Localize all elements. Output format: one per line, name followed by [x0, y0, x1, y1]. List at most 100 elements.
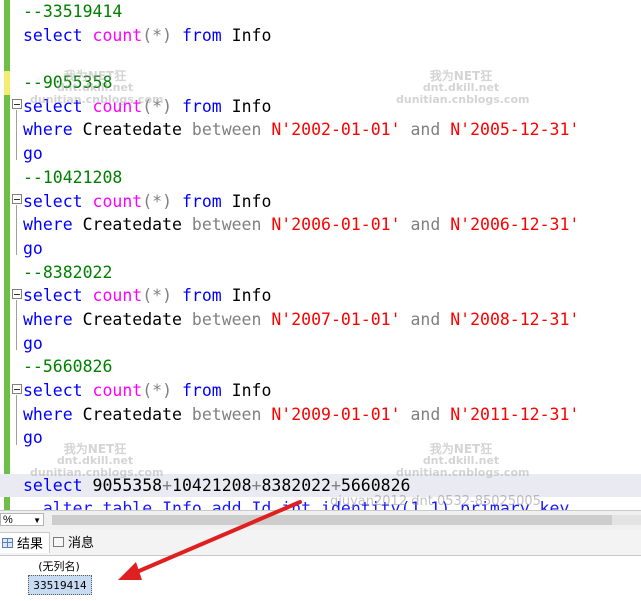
fold-guide [16, 395, 17, 445]
code-line[interactable]: --10421208 [23, 166, 641, 190]
collapse-icon[interactable] [12, 99, 22, 109]
sql-operator: + [162, 475, 173, 495]
sql-identifier: Createdate [82, 309, 182, 329]
sql-keyword: where [23, 309, 73, 329]
sql-number: 9055358 [92, 475, 163, 495]
code-line[interactable]: where Createdate between N'2006-01-01' a… [23, 213, 641, 237]
sql-operator: + [251, 475, 262, 495]
code-line[interactable]: --8382022 [23, 261, 641, 285]
change-indicator-saved [4, 95, 10, 475]
sql-keyword: from [181, 96, 222, 116]
sql-keyword: select [23, 25, 83, 45]
sql-keyword: alter table Info add Id int identity(1,1… [23, 499, 570, 510]
sql-comment: --8382022 [23, 262, 113, 282]
code-line[interactable]: alter table Info add Id int identity(1,1… [23, 497, 641, 510]
sql-number: 8382022 [261, 475, 331, 495]
code-line[interactable]: --9055358 [23, 71, 641, 95]
sql-string: N'2007-01-01' [271, 309, 401, 329]
tab-results[interactable]: 结果 [0, 532, 51, 553]
sql-keyword: from [181, 286, 222, 306]
collapse-icon[interactable] [12, 289, 22, 299]
sql-string: N'2002-01-01' [271, 120, 401, 140]
code-line[interactable]: where Createdate between N'2007-01-01' a… [23, 308, 641, 332]
collapse-icon[interactable] [12, 194, 22, 204]
sql-operator: (*) [142, 381, 173, 400]
query-editor[interactable]: --33519414 select count(*) from Info --90… [0, 0, 641, 510]
code-line[interactable]: select count(*) from Info [23, 190, 641, 214]
code-line[interactable]: select count(*) from Info [23, 95, 641, 119]
sql-identifier: Createdate [82, 120, 182, 140]
sql-operator: between [191, 215, 262, 235]
sql-function: count [92, 25, 143, 45]
code-line[interactable]: where Createdate between N'2002-01-01' a… [23, 118, 641, 142]
sql-function: count [92, 96, 143, 116]
sql-operator: and [410, 309, 441, 329]
sql-identifier: Createdate [82, 215, 182, 235]
result-cell[interactable]: 33519414 [28, 575, 92, 595]
sql-keyword: select [23, 96, 83, 116]
sql-function: count [92, 381, 143, 400]
sql-string: N'2006-01-01' [271, 215, 401, 235]
code-line[interactable]: select count(*) from Info [23, 24, 641, 48]
code-line[interactable] [23, 47, 641, 71]
code-line[interactable]: select 9055358+10421208+8382022+5660826 [0, 473, 641, 498]
sql-operator: and [410, 404, 441, 424]
sql-operator: between [191, 120, 262, 140]
tab-messages[interactable]: 消息 [50, 532, 100, 553]
code-line[interactable]: select count(*) from Info [23, 379, 641, 403]
sql-keyword: go [23, 238, 43, 258]
code-line[interactable]: where Createdate between N'2009-01-01' a… [23, 403, 641, 427]
grid-icon [2, 538, 13, 548]
fold-guide [16, 110, 17, 160]
sql-keyword: go [23, 144, 43, 164]
fold-guide [16, 205, 17, 255]
sql-keyword: from [181, 25, 222, 45]
sql-number: 5660826 [340, 475, 411, 495]
code-lines[interactable]: --33519414 select count(*) from Info --90… [0, 0, 641, 510]
code-line[interactable]: --33519414 [23, 0, 641, 24]
sql-function: count [92, 286, 143, 306]
editor-status-strip: % ▼ [0, 510, 641, 530]
collapse-icon[interactable] [12, 384, 22, 394]
code-line[interactable] [23, 450, 641, 474]
sql-string: N'2009-01-01' [271, 404, 401, 424]
sql-keyword: where [23, 215, 73, 235]
zoom-select[interactable]: % ▼ [0, 513, 44, 526]
sql-keyword: from [181, 191, 222, 211]
code-line[interactable]: --5660826 [23, 355, 641, 379]
scrollbar-thumb[interactable] [52, 515, 612, 525]
tab-label: 结果 [17, 536, 44, 551]
sql-string: N'2006-12-31' [450, 215, 580, 235]
sql-number: 10421208 [172, 475, 252, 495]
code-line[interactable]: go [23, 332, 641, 356]
sql-identifier: Info [231, 96, 272, 116]
sql-operator: (*) [142, 25, 173, 45]
sql-identifier: Createdate [82, 404, 182, 424]
change-indicator-saved [4, 0, 10, 71]
sql-operator: (*) [142, 191, 173, 211]
fold-guide [16, 300, 17, 350]
sql-keyword: select [23, 191, 83, 211]
sql-identifier: Info [231, 191, 272, 211]
sql-comment: --10421208 [23, 167, 123, 187]
code-line[interactable]: go [23, 237, 641, 261]
sql-operator: (*) [142, 286, 173, 306]
sql-operator: (*) [142, 96, 173, 116]
change-indicator-unsaved [4, 71, 10, 95]
code-line[interactable]: go [23, 426, 641, 450]
sql-comment: --33519414 [23, 2, 123, 21]
sql-identifier: Info [231, 25, 272, 45]
code-line[interactable]: select count(*) from Info [23, 284, 641, 308]
sql-operator: and [410, 215, 441, 235]
sql-keyword: where [23, 120, 73, 140]
results-grid: (无列名) 33519414 [0, 556, 641, 601]
tab-label: 消息 [68, 535, 95, 550]
sql-comment: --9055358 [23, 73, 113, 93]
code-line[interactable]: go [23, 142, 641, 166]
sql-keyword: go [23, 333, 43, 353]
horizontal-scrollbar[interactable] [52, 515, 641, 525]
sql-operator: + [331, 475, 341, 495]
sql-comment: --5660826 [23, 357, 113, 377]
column-header[interactable]: (无列名) [28, 558, 90, 575]
sql-keyword: where [23, 404, 73, 424]
